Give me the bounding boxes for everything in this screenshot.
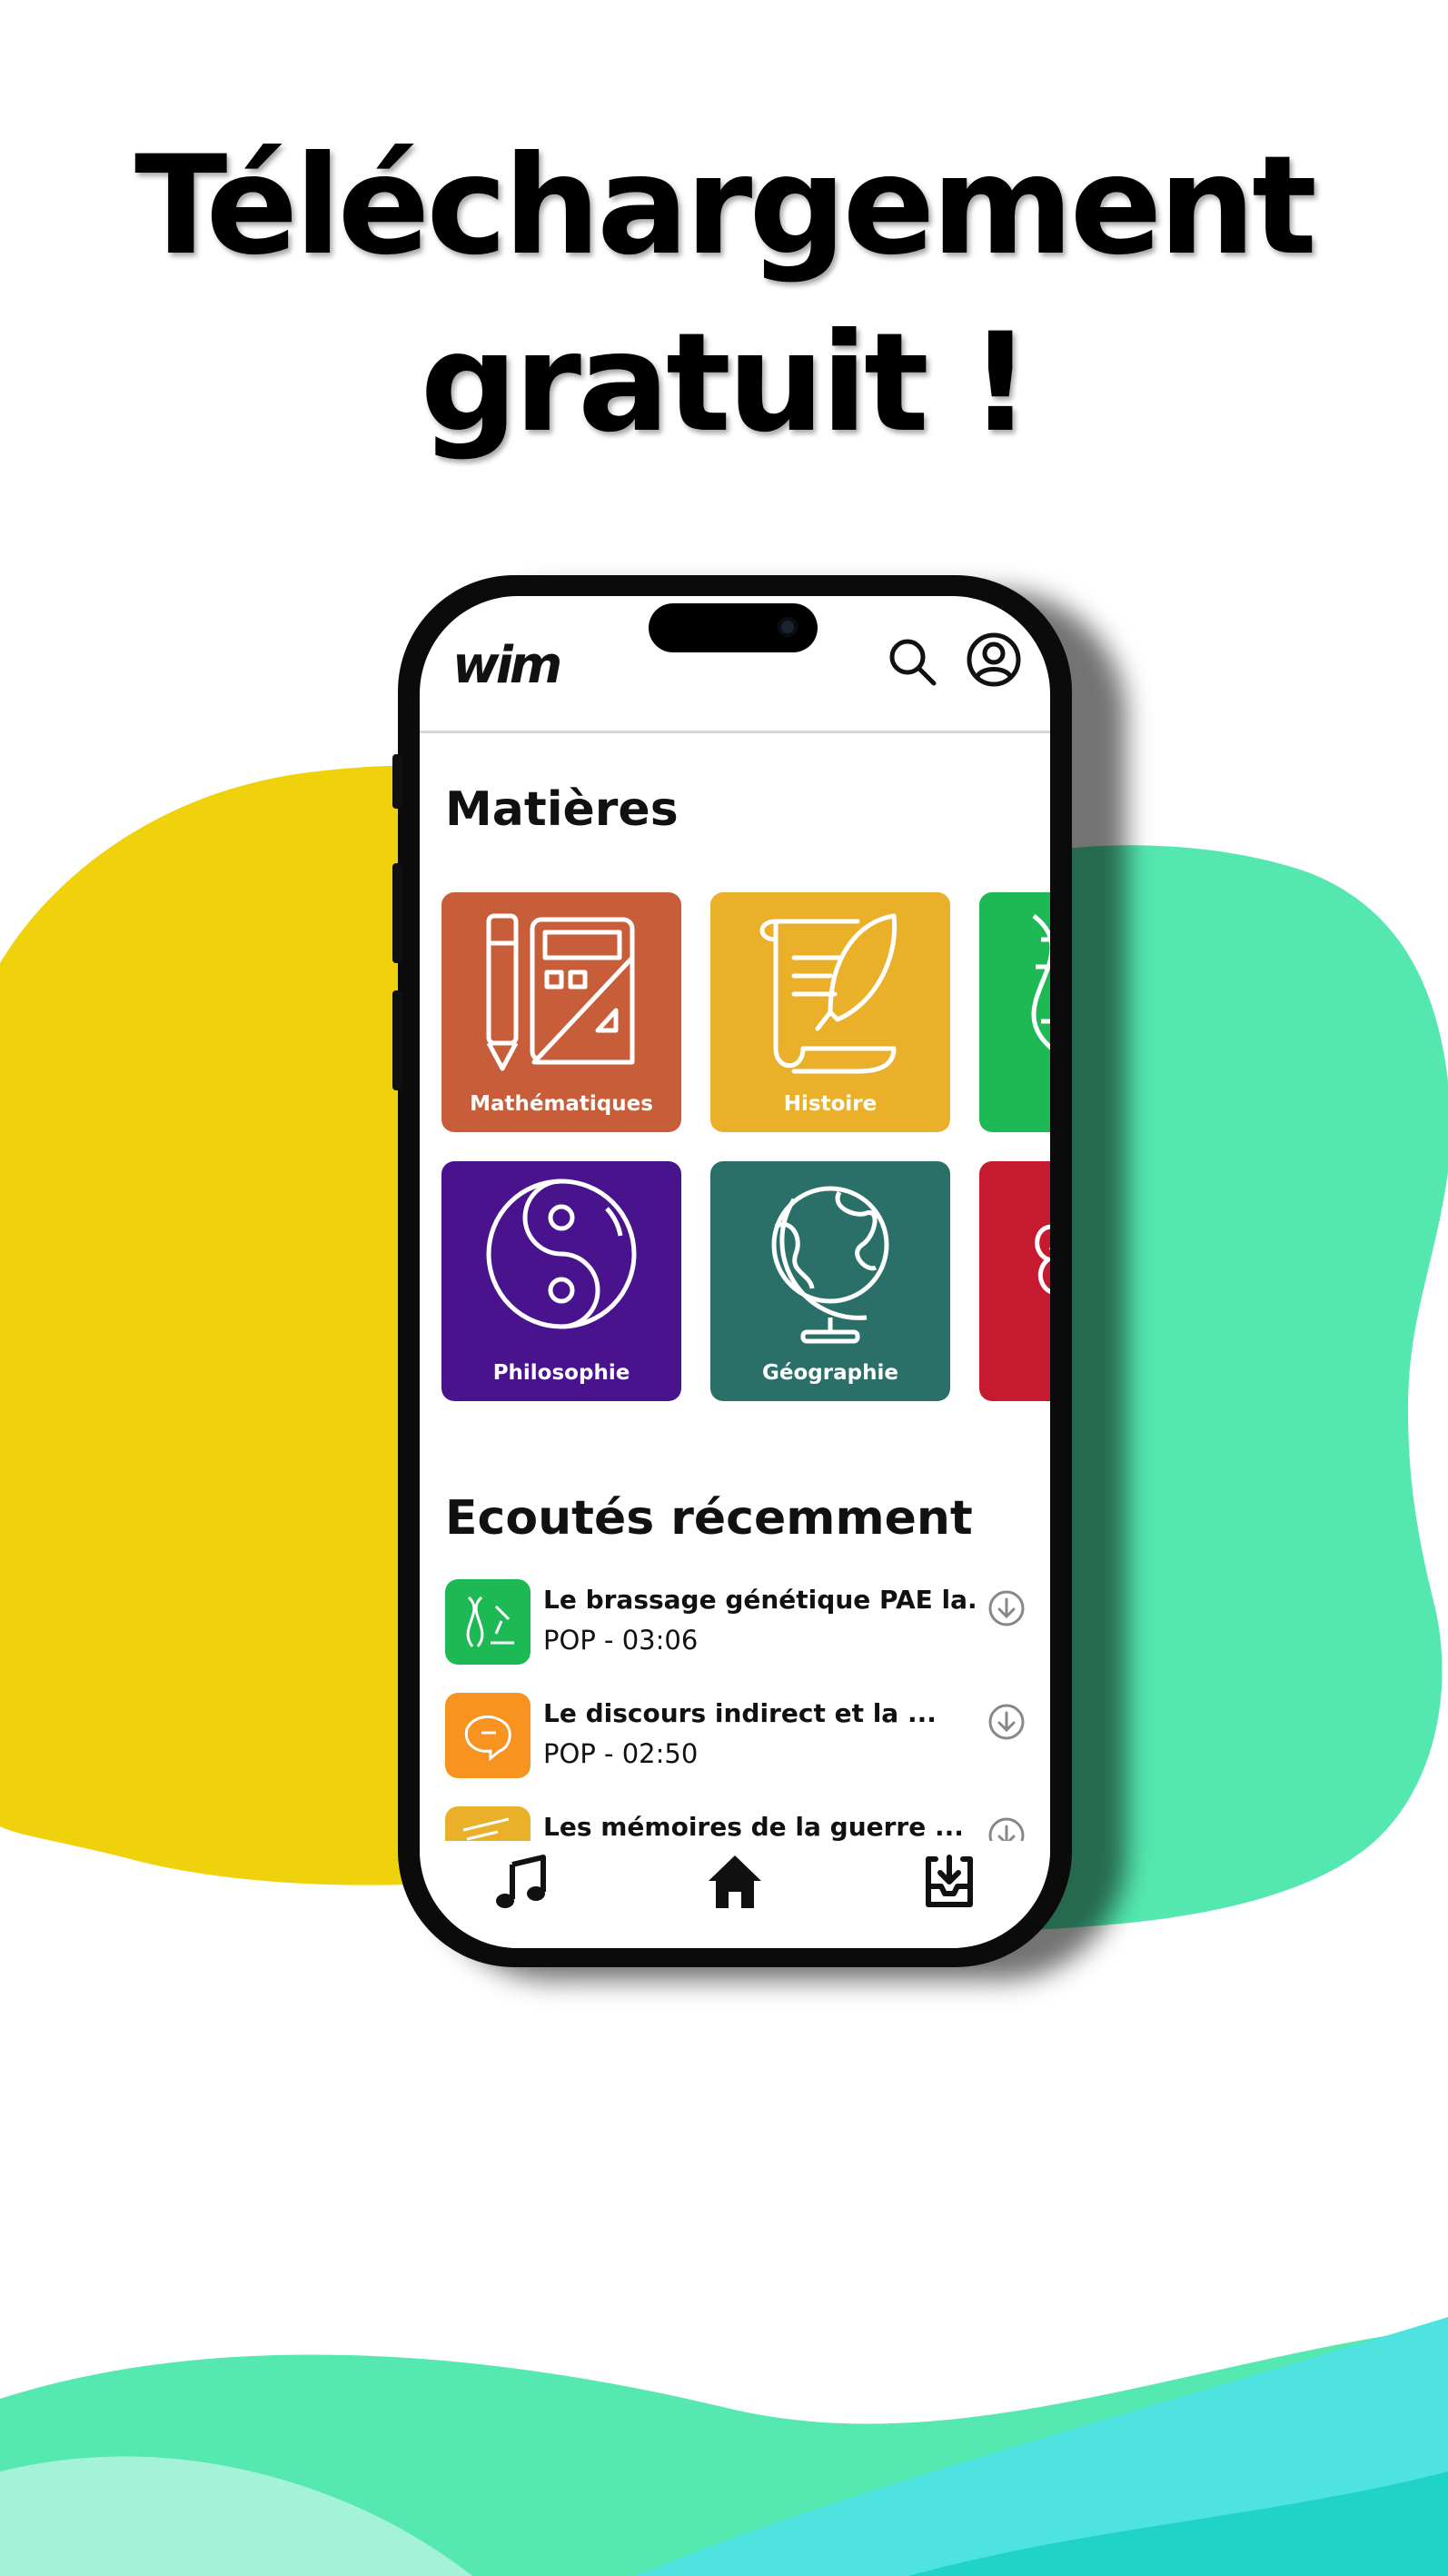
globe-icon <box>771 1186 889 1344</box>
math-tools-icon <box>486 913 635 1071</box>
app-logo[interactable]: wim <box>452 636 562 695</box>
subject-tile-philosophie[interactable]: Philosophie <box>441 1161 681 1401</box>
search-icon[interactable] <box>883 632 941 691</box>
dna-icon <box>1031 914 1050 1050</box>
recent-item-title: Les mémoires de la guerre ... <box>543 1812 964 1842</box>
speech-icon <box>464 1715 511 1762</box>
dna-microscope-icon <box>466 1596 514 1647</box>
recent-title: Ecoutés récemment <box>445 1491 973 1546</box>
account-icon[interactable] <box>965 631 1023 689</box>
header-divider <box>420 731 1050 733</box>
recent-thumb <box>445 1693 531 1778</box>
subject-tile-histoire[interactable]: Histoire <box>710 892 950 1132</box>
yin-yang-icon <box>486 1179 637 1329</box>
headline-line-2: gratuit ! <box>420 304 1032 462</box>
phone-side-button <box>392 754 402 809</box>
subjects-title: Matières <box>445 782 679 837</box>
phone-volume-up <box>392 863 402 963</box>
home-icon[interactable] <box>703 1850 767 1914</box>
app-header: wim <box>420 596 1050 732</box>
recent-item-title: Le brassage génétique PAE la... <box>543 1585 979 1615</box>
brain-icon <box>1035 1224 1050 1295</box>
download-icon[interactable] <box>987 1588 1026 1628</box>
headline: Téléchargement gratuit ! <box>0 118 1448 472</box>
download-icon[interactable] <box>987 1702 1026 1742</box>
recent-item-meta: POP - 03:06 <box>543 1625 699 1656</box>
camera-icon <box>778 617 798 637</box>
subject-tile-geographie[interactable]: Géographie <box>710 1161 950 1401</box>
subject-tile-biologie[interactable] <box>979 892 1050 1132</box>
scroll-quill-icon <box>759 913 898 1074</box>
recent-item[interactable]: Le discours indirect et la ... POP - 02:… <box>445 1693 1026 1784</box>
subject-tile-partial[interactable] <box>979 1161 1050 1401</box>
subject-label: Histoire <box>783 1092 878 1116</box>
phone-screen: wim Matières Mathématiques Histoire Phil… <box>420 596 1050 1948</box>
download-inbox-icon[interactable] <box>917 1850 981 1914</box>
headline-line-1: Téléchargement <box>134 127 1317 285</box>
subject-tile-mathematiques[interactable]: Mathématiques <box>441 892 681 1132</box>
subject-label: Géographie <box>762 1361 898 1385</box>
bottom-navigation <box>420 1841 1050 1948</box>
recent-item[interactable]: Le brassage génétique PAE la... POP - 03… <box>445 1579 1026 1670</box>
phone-volume-down <box>392 990 402 1090</box>
subject-label: Philosophie <box>492 1361 630 1385</box>
recent-thumb <box>445 1579 531 1665</box>
bottom-waves <box>0 2317 1448 2576</box>
recent-item-meta: POP - 02:50 <box>543 1738 699 1769</box>
music-icon[interactable] <box>492 1850 556 1914</box>
subject-label: Mathématiques <box>470 1092 653 1116</box>
dynamic-island <box>649 603 818 652</box>
recent-item-title: Le discours indirect et la ... <box>543 1698 937 1728</box>
